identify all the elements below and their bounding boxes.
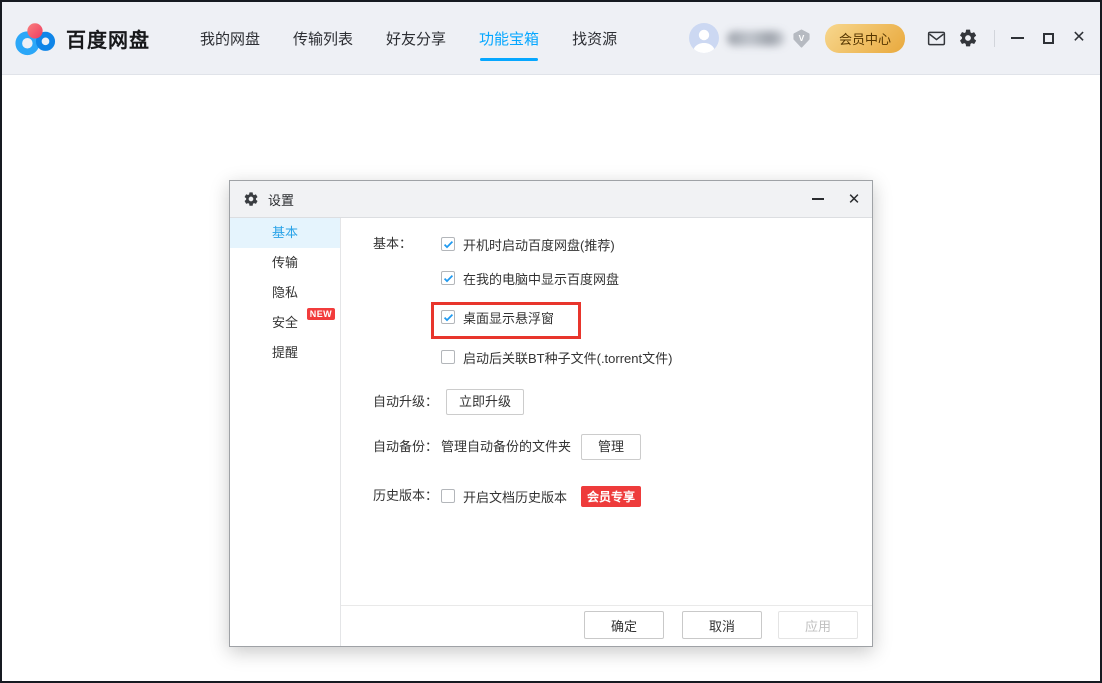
username-blurred[interactable] bbox=[727, 31, 785, 46]
checkmark-icon bbox=[443, 239, 454, 250]
sidebar-item-transfer[interactable]: 传输 bbox=[230, 248, 340, 278]
dialog-title: 设置 bbox=[268, 190, 800, 209]
settings-content: 基本： 开机时启动百度网盘(推荐) 在我的电脑中显示百度网盘 bbox=[341, 218, 872, 646]
sidebar-item-basic[interactable]: 基本 bbox=[230, 218, 340, 248]
nav-transfer-list[interactable]: 传输列表 bbox=[293, 2, 353, 74]
sidebar-item-label: 安全 bbox=[272, 315, 298, 330]
option-label: 桌面显示悬浮窗 bbox=[463, 308, 554, 327]
auto-upgrade-label: 自动升级： bbox=[373, 392, 438, 412]
mail-icon[interactable] bbox=[925, 27, 947, 49]
nav-friend-share[interactable]: 好友分享 bbox=[386, 2, 446, 74]
backup-description: 管理自动备份的文件夹 bbox=[441, 437, 571, 457]
dialog-minimize-button[interactable] bbox=[800, 181, 836, 217]
window-minimize-button[interactable] bbox=[1008, 29, 1026, 47]
manage-button[interactable]: 管理 bbox=[581, 434, 641, 460]
basic-section-label: 基本： bbox=[373, 234, 412, 254]
sidebar-item-privacy[interactable]: 隐私 bbox=[230, 278, 340, 308]
window-close-button[interactable]: ✕ bbox=[1070, 29, 1088, 47]
option-label: 开启文档历史版本 bbox=[463, 487, 567, 506]
vip-level-icon[interactable]: V bbox=[792, 29, 811, 48]
member-center-button[interactable]: 会员中心 bbox=[825, 24, 905, 53]
window-maximize-button[interactable] bbox=[1039, 29, 1057, 47]
checkbox-show-in-mycomputer[interactable] bbox=[441, 271, 455, 285]
dialog-close-icon: ✕ bbox=[848, 190, 861, 208]
nav-find-resources[interactable]: 找资源 bbox=[572, 2, 617, 74]
content-background: 设置 ✕ 基本 传输 隐私 安全 NEW 提醒 基本： bbox=[2, 75, 1100, 681]
auto-backup-label: 自动备份： bbox=[373, 437, 438, 457]
dialog-gear-icon bbox=[243, 191, 259, 207]
member-exclusive-badge: 会员专享 bbox=[581, 486, 641, 507]
app-window: 百度网盘 我的网盘 传输列表 好友分享 功能宝箱 找资源 V 会员中心 bbox=[0, 0, 1102, 683]
checkbox-autostart[interactable] bbox=[441, 237, 455, 251]
maximize-icon bbox=[1043, 33, 1054, 44]
sidebar-item-reminder[interactable]: 提醒 bbox=[230, 338, 340, 368]
main-nav: 我的网盘 传输列表 好友分享 功能宝箱 找资源 bbox=[200, 2, 617, 74]
sidebar-item-security[interactable]: 安全 NEW bbox=[230, 308, 340, 338]
checkbox-doc-history[interactable] bbox=[441, 489, 455, 503]
checkbox-bt-association[interactable] bbox=[441, 350, 455, 364]
baidu-netdisk-logo-icon bbox=[14, 20, 56, 56]
option-row-desktop-float-window[interactable]: 桌面显示悬浮窗 bbox=[441, 307, 554, 327]
avatar[interactable] bbox=[689, 23, 719, 53]
new-badge: NEW bbox=[307, 308, 335, 320]
svg-text:V: V bbox=[799, 32, 805, 42]
close-icon: ✕ bbox=[1072, 30, 1085, 46]
settings-sidebar: 基本 传输 隐私 安全 NEW 提醒 bbox=[230, 218, 341, 646]
settings-gear-icon[interactable] bbox=[957, 27, 979, 49]
top-bar: 百度网盘 我的网盘 传输列表 好友分享 功能宝箱 找资源 V 会员中心 bbox=[2, 2, 1100, 75]
minimize-icon bbox=[1011, 37, 1024, 39]
topbar-right-cluster: V 会员中心 ✕ bbox=[689, 23, 1088, 53]
option-label: 启动后关联BT种子文件(.torrent文件) bbox=[463, 348, 672, 367]
settings-dialog: 设置 ✕ 基本 传输 隐私 安全 NEW 提醒 基本： bbox=[229, 180, 873, 647]
checkmark-icon bbox=[443, 273, 454, 284]
nav-toolbox[interactable]: 功能宝箱 bbox=[479, 2, 539, 74]
topbar-divider bbox=[994, 30, 995, 47]
option-row-autostart[interactable]: 开机时启动百度网盘(推荐) bbox=[441, 234, 615, 254]
ok-button[interactable]: 确定 bbox=[584, 611, 664, 639]
option-row-doc-history[interactable]: 开启文档历史版本 会员专享 bbox=[441, 486, 641, 506]
dialog-titlebar: 设置 ✕ bbox=[230, 181, 872, 218]
app-title: 百度网盘 bbox=[66, 24, 150, 53]
option-row-bt-association[interactable]: 启动后关联BT种子文件(.torrent文件) bbox=[441, 347, 672, 367]
upgrade-now-button[interactable]: 立即升级 bbox=[446, 389, 524, 415]
person-icon bbox=[689, 23, 719, 53]
option-row-show-in-mycomputer[interactable]: 在我的电脑中显示百度网盘 bbox=[441, 268, 619, 288]
option-label: 开机时启动百度网盘(推荐) bbox=[463, 235, 615, 254]
history-version-label: 历史版本： bbox=[373, 486, 438, 506]
checkmark-icon bbox=[443, 312, 454, 323]
nav-my-drive[interactable]: 我的网盘 bbox=[200, 2, 260, 74]
dialog-minimize-icon bbox=[812, 198, 824, 200]
footer-divider bbox=[341, 605, 872, 606]
option-label: 在我的电脑中显示百度网盘 bbox=[463, 269, 619, 288]
cancel-button[interactable]: 取消 bbox=[682, 611, 762, 639]
apply-button[interactable]: 应用 bbox=[778, 611, 858, 639]
checkbox-desktop-float-window[interactable] bbox=[441, 310, 455, 324]
dialog-close-button[interactable]: ✕ bbox=[836, 181, 872, 217]
